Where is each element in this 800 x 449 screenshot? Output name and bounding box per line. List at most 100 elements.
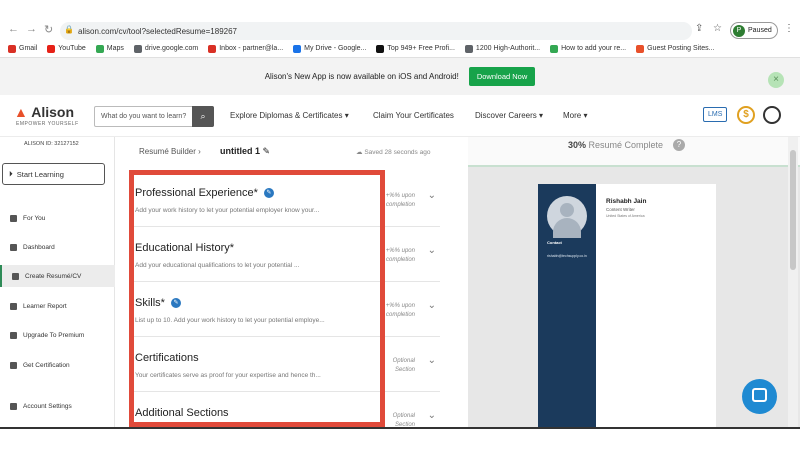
sidebar-item[interactable]: Get Certification <box>0 354 115 376</box>
bookmark-label: Guest Posting Sites... <box>647 45 715 52</box>
bookmark-item[interactable]: My Drive - Google... <box>293 44 367 53</box>
cloud-icon: ☁ <box>356 149 363 156</box>
gmail-icon <box>8 44 16 53</box>
back-icon[interactable]: ← <box>8 23 19 35</box>
lms-button[interactable]: LMS <box>703 107 728 122</box>
maps-icon <box>95 44 104 53</box>
profile-avatar: P <box>733 24 745 37</box>
bolt-icon <box>550 44 559 53</box>
premium-icon <box>10 331 17 339</box>
bookmark-item[interactable]: Top 949+ Free Profi... <box>376 44 455 53</box>
resume-email: rishabh@techsupply.co.in <box>547 254 587 258</box>
nav-careers[interactable]: Discover Careers ▾ <box>475 111 543 120</box>
drive-icon <box>293 44 302 53</box>
coin-icon[interactable]: $ <box>737 106 755 124</box>
sidebar-item-label: Learner Report <box>23 302 67 310</box>
chevron-down-icon[interactable]: ⌄ <box>428 410 436 421</box>
chevron-down-icon[interactable]: ⌄ <box>428 190 436 201</box>
sidebar-item-label: Get Certification <box>23 361 70 369</box>
save-status: ☁ Saved 28 seconds ago <box>356 149 431 156</box>
bookmarks-bar: Gmail YouTube Maps drive.google.com Inbox - … <box>0 40 800 58</box>
sidebar-item[interactable]: Dashboard <box>0 236 115 258</box>
help-icon[interactable]: ? <box>673 139 685 151</box>
menu-dots-icon[interactable]: ⋮ <box>784 23 794 34</box>
logo-text: Alison <box>31 104 75 120</box>
bookmark-item[interactable]: YouTube <box>47 44 86 53</box>
resume-title[interactable]: untitled 1 ✎ <box>220 146 270 157</box>
globe-icon <box>464 44 473 53</box>
bookmark-item[interactable]: Gmail <box>8 44 38 53</box>
sidebar-item-label: Account Settings <box>23 402 72 410</box>
bookmark-item[interactable]: drive.google.com <box>133 44 199 53</box>
start-learning-button[interactable]: ⏵ Start Learning <box>2 163 105 185</box>
highlight-box <box>129 170 385 427</box>
resume-name: Rishabh Jain <box>606 198 647 205</box>
alison-logo[interactable]: ▲ Alison <box>14 104 74 120</box>
app-banner: Alison's New App is now available on iOS… <box>0 58 800 95</box>
nav-explore[interactable]: Explore Diplomas & Certificates ▾ <box>230 111 349 120</box>
nav-claim[interactable]: Claim Your Certificates <box>373 111 454 120</box>
pencil-icon[interactable]: ✎ <box>263 146 271 156</box>
bookmark-item[interactable]: How to add your re... <box>550 44 627 53</box>
scrollbar-thumb[interactable] <box>790 150 796 270</box>
sidebar-item[interactable]: For You <box>0 207 115 229</box>
play-icon: ⏵ <box>9 169 13 178</box>
resume-complete: 30% Resumé Complete <box>568 140 664 150</box>
logo-tagline: EMPOWER YOURSELF <box>16 121 79 127</box>
chat-icon <box>752 388 767 402</box>
resume-role: Content Writer <box>606 207 635 212</box>
dashboard-icon <box>10 243 17 251</box>
globe-icon <box>133 44 142 53</box>
bookmark-item[interactable]: Inbox - partner@la... <box>208 44 284 53</box>
alison-id: ALISON ID: 32127152 <box>24 141 79 147</box>
lock-icon: 🔒 <box>64 25 74 34</box>
profile-chip[interactable]: P Paused <box>730 22 778 39</box>
bookmark-label: Maps <box>106 45 124 52</box>
heart-icon <box>10 214 17 222</box>
gear-icon <box>10 402 17 410</box>
reload-icon[interactable]: ↻ <box>44 23 53 36</box>
site-icon <box>376 44 385 53</box>
bookmark-label: drive.google.com <box>144 45 199 52</box>
forward-icon[interactable]: → <box>26 23 37 35</box>
site-icon <box>636 44 645 53</box>
avatar-body-icon <box>553 218 581 238</box>
chevron-down-icon[interactable]: ⌄ <box>428 245 436 256</box>
breadcrumb-builder[interactable]: Resumé Builder › <box>139 147 201 156</box>
search-icon[interactable]: ⌕ <box>192 106 214 127</box>
banner-close-icon[interactable]: × <box>768 72 784 88</box>
logo-mark-icon: ▲ <box>14 104 28 120</box>
download-now-button[interactable]: Download Now <box>468 67 536 86</box>
sidebar-item[interactable]: Create Resumé/CV <box>0 265 115 287</box>
bookmark-label: How to add your re... <box>561 45 627 52</box>
sidebar-item-label: Upgrade To Premium <box>23 331 85 339</box>
bookmark-item[interactable]: Guest Posting Sites... <box>636 44 715 53</box>
share-icon[interactable]: ⇪ <box>695 23 703 34</box>
sidebar-item-label: For You <box>23 214 46 222</box>
sidebar-item[interactable]: Upgrade To Premium <box>0 324 115 346</box>
nav-more[interactable]: More ▾ <box>563 111 587 120</box>
bookmark-star-icon[interactable]: ☆ <box>713 23 722 34</box>
banner-text: Alison's New App is now available on iOS… <box>264 72 459 81</box>
youtube-icon <box>47 44 56 53</box>
resume-contact-heading: Contact <box>547 240 562 245</box>
avatar-head-icon <box>560 203 574 217</box>
bookmark-label: Gmail <box>19 45 38 52</box>
gmail-icon <box>208 44 217 53</box>
sidebar-item[interactable]: Account Settings <box>0 395 115 417</box>
user-avatar-icon[interactable] <box>763 106 781 124</box>
document-icon <box>12 272 19 280</box>
bookmark-item[interactable]: Maps <box>95 44 124 53</box>
sidebar-item[interactable]: Learner Report <box>0 295 115 317</box>
certificate-icon <box>10 361 17 369</box>
address-bar[interactable]: alison.com/cv/tool?selectedResume=189267 <box>60 22 692 40</box>
bookmark-label: Inbox - partner@la... <box>219 45 284 52</box>
bookmark-label: My Drive - Google... <box>304 45 367 52</box>
sidebar-item-label: Dashboard <box>23 243 55 251</box>
bookmark-label: Top 949+ Free Profi... <box>387 45 455 52</box>
bookmark-item[interactable]: 1200 High-Authorit... <box>464 44 540 53</box>
chevron-down-icon[interactable]: ⌄ <box>428 355 436 366</box>
profile-status: Paused <box>748 27 772 34</box>
chevron-down-icon[interactable]: ⌄ <box>428 300 436 311</box>
taskbar <box>0 427 800 449</box>
